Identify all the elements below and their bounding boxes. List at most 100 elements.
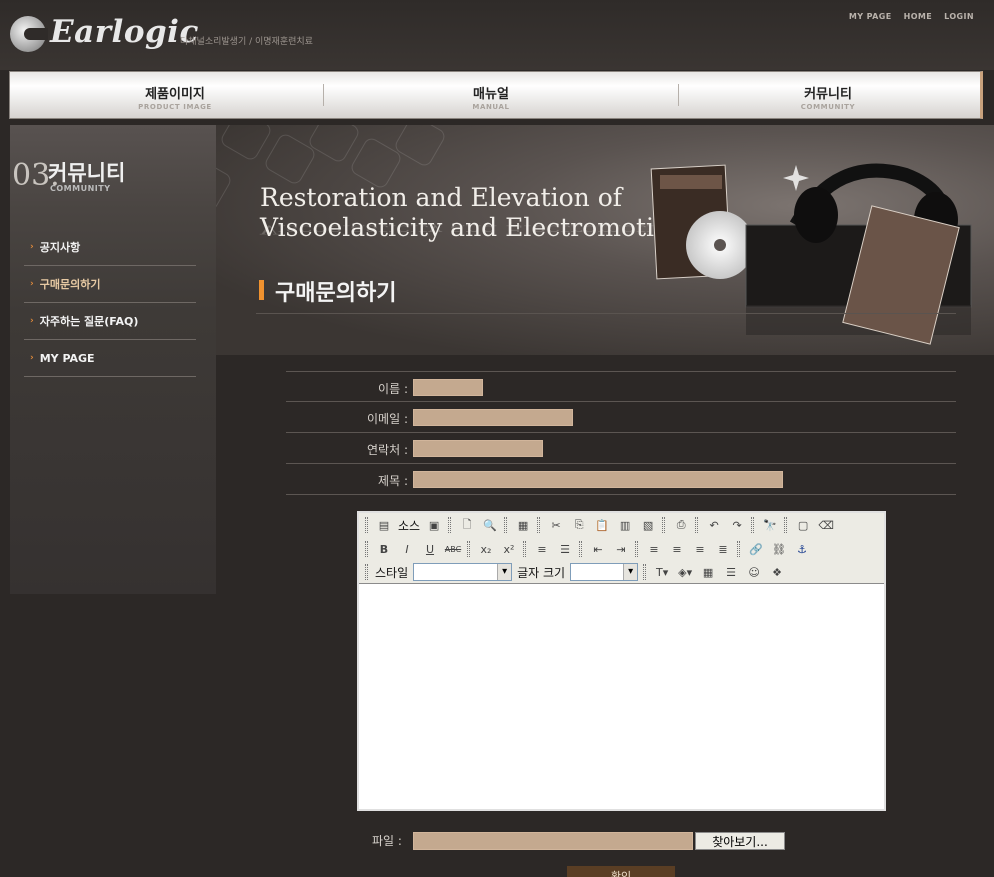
logo-icon[interactable] xyxy=(10,16,48,52)
chevron-right-icon: › xyxy=(30,279,34,289)
remove-format-icon[interactable]: ⌫ xyxy=(817,516,835,534)
file-input[interactable] xyxy=(413,832,693,850)
indent-icon[interactable]: ⇥ xyxy=(612,540,630,558)
top-links: MY PAGE HOME LOGIN xyxy=(849,12,974,21)
toolbar-grip xyxy=(537,517,541,533)
paste-icon[interactable]: 📋 xyxy=(593,516,611,534)
nav-label: 매뉴얼 xyxy=(473,87,509,102)
copy-icon[interactable]: ⎘ xyxy=(570,516,588,534)
phone-label: 연락처 : xyxy=(367,443,408,457)
sidebar-item-label: MY PAGE xyxy=(39,351,95,365)
text-color-icon[interactable]: T▾ xyxy=(653,563,671,581)
toolbar-row-2: B I U ABC x₂ x² ≡ ☰ ⇤ ⇥ ≡ ≡ ≡ ≣ 🔗 ⛓ ⚓ xyxy=(365,538,811,560)
subscript-icon[interactable]: x₂ xyxy=(477,540,495,558)
email-input[interactable] xyxy=(413,409,573,426)
hexagon-decoration xyxy=(218,125,274,163)
font-size-label: 글자 크기 xyxy=(517,565,566,580)
link-icon[interactable]: 🔗 xyxy=(747,540,765,558)
font-size-select[interactable] xyxy=(570,563,639,581)
chevron-right-icon: › xyxy=(30,242,34,252)
browse-button[interactable]: 찾아보기... xyxy=(695,832,785,850)
italic-icon[interactable]: I xyxy=(398,540,416,558)
hexagon-decoration xyxy=(392,125,448,169)
source-button[interactable]: 소스 xyxy=(398,517,420,534)
outdent-icon[interactable]: ⇤ xyxy=(589,540,607,558)
home-link[interactable]: HOME xyxy=(904,12,933,21)
source-icon[interactable]: ▤ xyxy=(375,516,393,534)
style-select[interactable] xyxy=(413,563,513,581)
mypage-link[interactable]: MY PAGE xyxy=(849,12,892,21)
underline-icon[interactable]: U xyxy=(421,540,439,558)
banner-reflection: Viscoelasticity and Electromotility xyxy=(260,222,695,238)
toolbar-grip xyxy=(365,564,368,580)
toolbar-grip xyxy=(504,517,508,533)
sidebar-item-notice[interactable]: › 공지사항 xyxy=(24,229,196,266)
templates-icon[interactable]: ▦ xyxy=(514,516,532,534)
toolbar-grip xyxy=(467,541,470,557)
logo-text[interactable]: Earlogic xyxy=(50,14,199,50)
select-all-icon[interactable]: ▢ xyxy=(794,516,812,534)
toolbar-grip xyxy=(635,541,638,557)
paste-text-icon[interactable]: ▥ xyxy=(616,516,634,534)
template-icon[interactable]: ▣ xyxy=(425,516,443,534)
sidebar-item-purchase-inquiry[interactable]: › 구매문의하기 xyxy=(24,266,196,303)
table-icon[interactable]: ▦ xyxy=(699,563,717,581)
phone-input[interactable] xyxy=(413,440,543,457)
toolbar-grip xyxy=(365,541,368,557)
cut-icon[interactable]: ✂ xyxy=(547,516,565,534)
toolbar-grip xyxy=(695,517,699,533)
background-color-icon[interactable]: ◈▾ xyxy=(676,563,694,581)
chevron-right-icon: › xyxy=(30,316,34,326)
submit-button[interactable]: 확인 xyxy=(567,866,675,877)
smiley-icon[interactable]: ☺ xyxy=(745,563,763,581)
subject-row: 제목 : xyxy=(286,464,956,495)
page-title: 구매문의하기 xyxy=(275,281,397,306)
nav-manual[interactable]: 매뉴얼 MANUAL xyxy=(426,72,556,118)
redo-icon[interactable]: ↷ xyxy=(728,516,746,534)
hero-banner: Restoration and Elevation of Viscoelasti… xyxy=(216,125,994,355)
toolbar-grip xyxy=(751,517,755,533)
align-right-icon[interactable]: ≡ xyxy=(691,540,709,558)
top-header: Earlogic 다채널소리발생기 / 이명재훈련치료 MY PAGE HOME… xyxy=(0,0,994,70)
paste-word-icon[interactable]: ▧ xyxy=(639,516,657,534)
horizontal-rule-icon[interactable]: ☰ xyxy=(722,563,740,581)
align-justify-icon[interactable]: ≣ xyxy=(714,540,732,558)
strikethrough-icon[interactable]: ABC xyxy=(444,540,462,558)
title-accent-bar xyxy=(259,280,264,300)
nav-product-image[interactable]: 제품이미지 PRODUCT IMAGE xyxy=(110,72,240,118)
align-left-icon[interactable]: ≡ xyxy=(645,540,663,558)
sidebar: 03. 커뮤니티 COMMUNITY › 공지사항 › 구매문의하기 › 자주하… xyxy=(10,125,216,594)
nav-community[interactable]: 커뮤니티 COMMUNITY xyxy=(763,72,893,118)
sidebar-item-mypage[interactable]: › MY PAGE xyxy=(24,340,196,377)
find-icon[interactable]: 🔭 xyxy=(761,516,779,534)
name-label: 이름 : xyxy=(378,382,408,396)
anchor-icon[interactable]: ⚓ xyxy=(793,540,811,558)
name-input[interactable] xyxy=(413,379,483,396)
sidebar-item-label: 공지사항 xyxy=(39,241,81,254)
bulleted-list-icon[interactable]: ☰ xyxy=(556,540,574,558)
unlink-icon[interactable]: ⛓ xyxy=(770,540,788,558)
new-page-icon[interactable]: 🗋 xyxy=(458,516,476,534)
logo-tagline: 다채널소리발생기 / 이명재훈련치료 xyxy=(180,37,313,47)
sidebar-subtitle: COMMUNITY xyxy=(50,184,111,193)
sidebar-item-faq[interactable]: › 자주하는 질문(FAQ) xyxy=(24,303,196,340)
undo-icon[interactable]: ↶ xyxy=(705,516,723,534)
print-icon[interactable]: ⎙ xyxy=(672,516,690,534)
banner-line-1: Restoration and Elevation of xyxy=(260,183,623,212)
toolbar-row-1: ▤ 소스 ▣ 🗋 🔍 ▦ ✂ ⎘ 📋 ▥ ▧ ⎙ ↶ ↷ 🔭 ▢ ⌫ xyxy=(365,514,835,536)
file-label: 파일 : xyxy=(372,834,402,848)
sidebar-menu: › 공지사항 › 구매문의하기 › 자주하는 질문(FAQ) › MY PAGE xyxy=(24,229,196,377)
bold-icon[interactable]: B xyxy=(375,540,393,558)
toolbar-grip xyxy=(523,541,526,557)
hexagon-decoration xyxy=(306,125,362,165)
toolbar-grip xyxy=(643,564,647,580)
toolbar-grip xyxy=(448,517,452,533)
superscript-icon[interactable]: x² xyxy=(500,540,518,558)
align-center-icon[interactable]: ≡ xyxy=(668,540,686,558)
special-char-icon[interactable]: ❖ xyxy=(768,563,786,581)
preview-icon[interactable]: 🔍 xyxy=(481,516,499,534)
subject-input[interactable] xyxy=(413,471,783,488)
login-link[interactable]: LOGIN xyxy=(944,12,974,21)
editor-body[interactable] xyxy=(359,584,884,809)
numbered-list-icon[interactable]: ≡ xyxy=(533,540,551,558)
